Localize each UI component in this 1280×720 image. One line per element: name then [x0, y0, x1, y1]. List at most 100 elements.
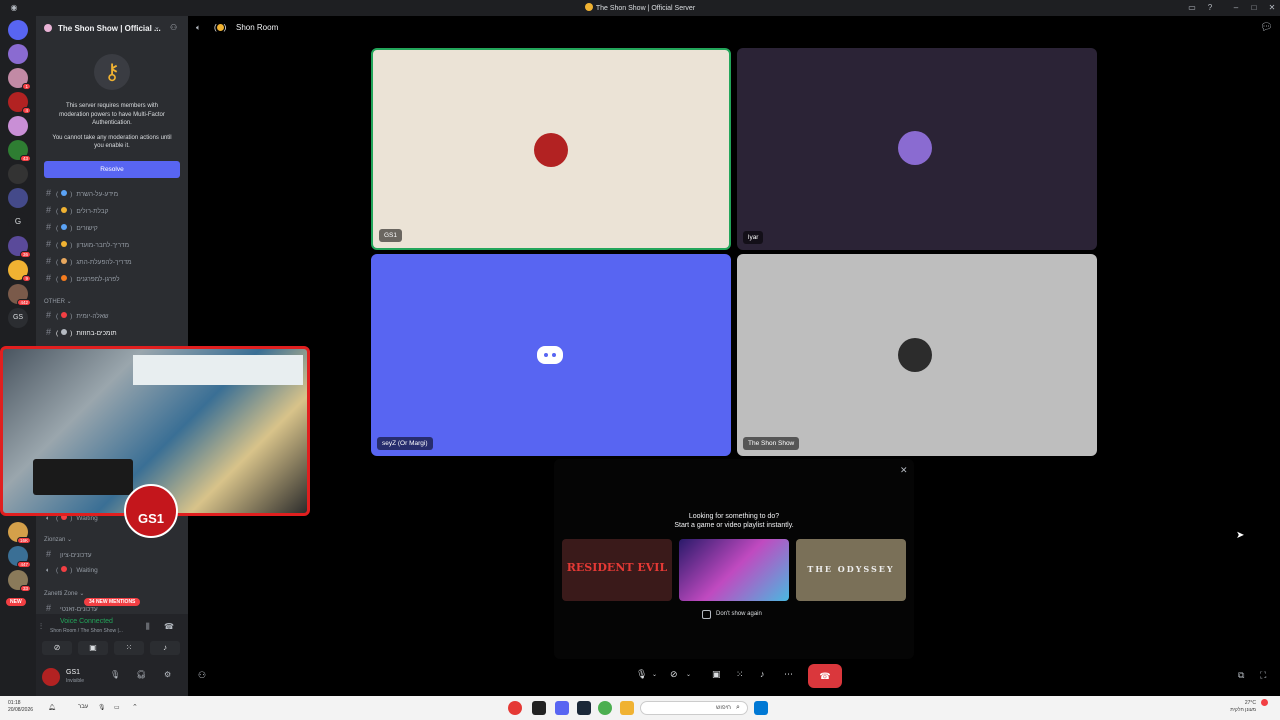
- video-tile[interactable]: The Shon Show: [737, 254, 1097, 456]
- disconnect-icon[interactable]: ☎: [164, 622, 174, 631]
- steam-icon[interactable]: [577, 701, 591, 715]
- server-icon[interactable]: GS: [8, 308, 28, 328]
- add-member-icon[interactable]: ⚇: [170, 23, 177, 32]
- soundboard-icon[interactable]: ♪: [760, 669, 765, 679]
- close-icon[interactable]: ✕: [1266, 2, 1278, 14]
- server-icon[interactable]: 1: [8, 68, 31, 90]
- notification-badge: [1261, 699, 1268, 706]
- game-card[interactable]: RESIDENT EVIL: [562, 539, 672, 601]
- channel-item[interactable]: #() קישורים: [36, 222, 188, 236]
- channel-item[interactable]: #() קבלת-רולים: [36, 205, 188, 219]
- search-input[interactable]: חיפוש: [640, 701, 748, 715]
- server-icon[interactable]: 43: [8, 140, 31, 162]
- channel-item[interactable]: #() מידע-על-השרת: [36, 188, 188, 202]
- server-header[interactable]: The Shon Show | Official ... ⌄ ⚇: [36, 16, 188, 40]
- hashtag-icon: #: [46, 327, 52, 337]
- disconnect-button[interactable]: ☎: [808, 664, 842, 688]
- voice-location[interactable]: Shon Room / The Shon Show |...: [50, 628, 123, 634]
- inbox-icon[interactable]: ▭: [1186, 2, 1198, 14]
- close-icon[interactable]: ✕: [900, 465, 908, 476]
- server-icon[interactable]: 4: [8, 92, 31, 114]
- chat-icon[interactable]: 💬︎: [1260, 22, 1273, 33]
- maximize-icon[interactable]: □: [1248, 2, 1260, 14]
- new-servers-pill[interactable]: NEW: [6, 598, 26, 606]
- activity-suggestion: ✕ Looking for something to do? Start a g…: [554, 459, 914, 659]
- settings-icon[interactable]: ⚙: [164, 670, 171, 679]
- screen-share-button[interactable]: ▣: [78, 641, 108, 655]
- chevron-down-icon[interactable]: ⌄: [154, 23, 160, 31]
- app-icon[interactable]: [532, 701, 546, 715]
- camera-off-icon[interactable]: ⊘: [670, 669, 678, 680]
- screen-share-icon[interactable]: ▣: [712, 669, 721, 680]
- server-icon[interactable]: 9: [8, 260, 31, 282]
- time: 01:18: [8, 700, 21, 706]
- microphone-icon[interactable]: 🎙︎: [636, 669, 647, 680]
- chevron-down-icon[interactable]: ⌄: [686, 671, 691, 678]
- server-icon[interactable]: 442: [8, 284, 31, 306]
- server-icon[interactable]: 447: [8, 546, 31, 568]
- server-icon[interactable]: G: [8, 212, 28, 232]
- activities-icon[interactable]: ⁙: [736, 669, 744, 680]
- language-indicator[interactable]: עבר: [78, 704, 88, 710]
- chevron-down-icon[interactable]: ⌄: [652, 671, 657, 678]
- headphones-icon[interactable]: 🎧︎: [136, 670, 146, 679]
- file-explorer-icon[interactable]: [620, 701, 634, 715]
- mention-badge: 9: [22, 275, 31, 282]
- mouse-cursor-icon: ➤: [1236, 530, 1245, 541]
- channel-item[interactable]: #() תומכים-בחוזות: [36, 327, 188, 341]
- help-icon[interactable]: ?: [1204, 2, 1216, 14]
- game-card[interactable]: [679, 539, 789, 601]
- noise-suppression-icon[interactable]: ⫼: [146, 622, 150, 632]
- weather[interactable]: 27°C מעונן חלקית: [1230, 700, 1256, 714]
- chrome-icon[interactable]: [598, 701, 612, 715]
- category-zanetti[interactable]: Zanetti Zone ⌄: [44, 590, 84, 597]
- activities-button[interactable]: ⁙: [114, 641, 144, 655]
- key-icon: ⚷: [94, 54, 130, 90]
- server-icon[interactable]: [8, 44, 28, 64]
- server-icon[interactable]: [8, 116, 28, 136]
- microphone-icon[interactable]: 🎙︎: [98, 704, 106, 711]
- soundboard-button[interactable]: ♪: [150, 641, 180, 655]
- app-icon[interactable]: [508, 701, 522, 715]
- microphone-icon[interactable]: 🎙︎: [110, 670, 120, 679]
- camera-button[interactable]: ⊘: [42, 641, 72, 655]
- server-icon[interactable]: 33: [8, 570, 31, 592]
- discord-icon[interactable]: [555, 701, 569, 715]
- channel-item[interactable]: #() שאלה-יומית: [36, 310, 188, 324]
- video-tile[interactable]: GS1: [371, 48, 731, 250]
- server-icon[interactable]: 36: [8, 236, 31, 258]
- chevron-up-icon[interactable]: ⌃: [132, 703, 138, 711]
- category-other[interactable]: OTHER ⌄: [44, 298, 72, 305]
- new-mentions-pill[interactable]: 34 NEW MENTIONS: [84, 598, 141, 606]
- channel-item[interactable]: #() מדריך-לחבר-מועדון: [36, 239, 188, 253]
- invite-icon[interactable]: ⚇: [198, 670, 206, 681]
- fullscreen-icon[interactable]: ⛶: [1260, 670, 1266, 681]
- popout-icon[interactable]: ⧉: [1238, 670, 1244, 681]
- video-tile[interactable]: lyar: [737, 48, 1097, 250]
- server-icon[interactable]: [8, 188, 28, 208]
- server-icon[interactable]: [8, 164, 28, 184]
- server-icon[interactable]: 16K: [8, 522, 31, 544]
- voice-channel-item[interactable]: 🔈︎() Waiting: [36, 566, 188, 580]
- channel-item[interactable]: #() מדריך-להפעלת-התג: [36, 256, 188, 270]
- notification-icon[interactable]: 🔔︎: [48, 704, 56, 711]
- clock[interactable]: 01:18 20/08/2026: [8, 700, 33, 714]
- more-icon[interactable]: ⋯: [784, 669, 793, 680]
- video-tile[interactable]: seyZ (Or Margi): [371, 254, 731, 456]
- category-zionzan[interactable]: Zionzan ⌄: [44, 536, 72, 543]
- title-bar: The Shon Show | Official Server ◉ ▭ ? – …: [0, 0, 1280, 16]
- resolve-button[interactable]: Resolve: [44, 161, 180, 178]
- windows-start-icon[interactable]: [754, 701, 768, 715]
- channel-item[interactable]: #() לפרגן-למפרגנים: [36, 273, 188, 287]
- dont-show-checkbox[interactable]: [702, 610, 711, 619]
- avatar[interactable]: [42, 668, 60, 686]
- hashtag-icon: #: [46, 239, 52, 249]
- network-icon[interactable]: ▭: [114, 704, 120, 711]
- channel-item[interactable]: # עדכונים-ציון: [36, 549, 188, 563]
- user-panel: ⫶ Voice Connected Shon Room / The Shon S…: [36, 614, 188, 696]
- username[interactable]: GS1: [66, 669, 80, 676]
- search-icon: ⌕: [736, 704, 740, 711]
- game-card[interactable]: THE ODYSSEY: [796, 539, 906, 601]
- direct-messages-icon[interactable]: [8, 20, 28, 40]
- minimize-icon[interactable]: –: [1230, 2, 1242, 14]
